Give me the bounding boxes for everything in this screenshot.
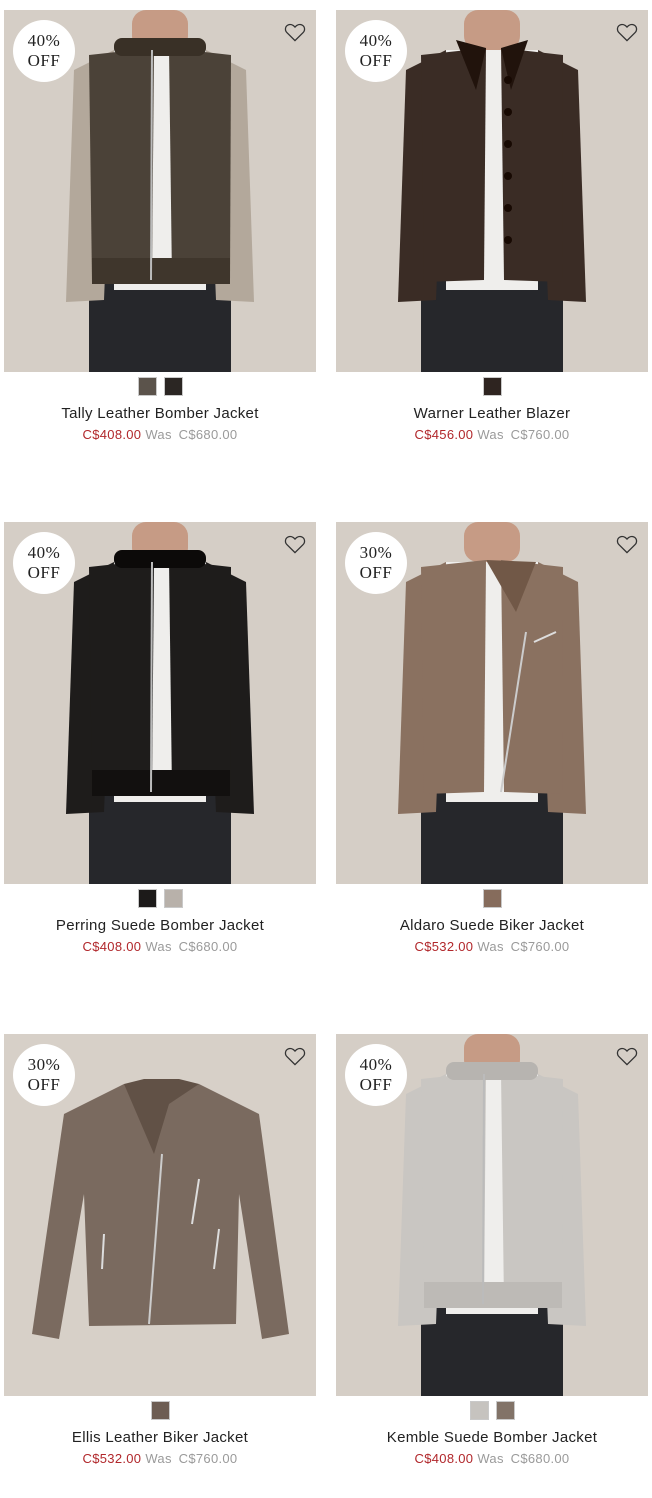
- was-price-label: Was: [477, 1451, 504, 1466]
- discount-off-label: OFF: [359, 563, 393, 582]
- product-image[interactable]: 40% OFF: [4, 10, 316, 372]
- product-card[interactable]: 40% OFF Kemble Suede Bomber Jacket C$408…: [336, 1034, 648, 1466]
- heart-icon[interactable]: [284, 22, 306, 42]
- product-price: C$408.00 Was C$680.00: [336, 1451, 648, 1466]
- sale-price: C$408.00: [82, 427, 142, 442]
- color-swatches: [4, 1401, 316, 1421]
- discount-off-label: OFF: [27, 51, 61, 70]
- product-price: C$408.00 Was C$680.00: [4, 427, 316, 442]
- heart-icon[interactable]: [284, 534, 306, 554]
- heart-icon[interactable]: [284, 1046, 306, 1066]
- heart-icon[interactable]: [616, 1046, 638, 1066]
- color-swatch[interactable]: [163, 889, 183, 908]
- color-swatches: [4, 889, 316, 909]
- was-price: C$760.00: [510, 939, 570, 954]
- discount-off-label: OFF: [27, 563, 61, 582]
- product-price: C$456.00 Was C$760.00: [336, 427, 648, 442]
- discount-percent: 30%: [27, 1055, 61, 1074]
- product-name[interactable]: Kemble Suede Bomber Jacket: [336, 1429, 648, 1446]
- product-name[interactable]: Perring Suede Bomber Jacket: [4, 917, 316, 934]
- color-swatch[interactable]: [469, 1401, 489, 1420]
- color-swatch[interactable]: [137, 889, 157, 908]
- product-price: C$532.00 Was C$760.00: [4, 1451, 316, 1466]
- discount-percent: 30%: [359, 543, 393, 562]
- was-price: C$680.00: [178, 939, 238, 954]
- product-card[interactable]: 40% OFF Perring Suede Bomber Jacket C$40…: [4, 522, 316, 954]
- discount-badge: 40% OFF: [345, 1044, 407, 1106]
- sale-price: C$456.00: [414, 427, 474, 442]
- color-swatch[interactable]: [150, 1401, 170, 1420]
- color-swatch[interactable]: [137, 377, 157, 396]
- product-image[interactable]: 30% OFF: [4, 1034, 316, 1396]
- color-swatch[interactable]: [163, 377, 183, 396]
- discount-percent: 40%: [27, 31, 61, 50]
- product-name[interactable]: Tally Leather Bomber Jacket: [4, 405, 316, 422]
- product-card[interactable]: 40% OFF Warner Leather Blazer C$456.00 Wa…: [336, 10, 648, 442]
- discount-percent: 40%: [359, 31, 393, 50]
- product-name[interactable]: Ellis Leather Biker Jacket: [4, 1429, 316, 1446]
- color-swatches: [4, 377, 316, 397]
- discount-badge: 30% OFF: [13, 1044, 75, 1106]
- heart-icon[interactable]: [616, 534, 638, 554]
- product-image[interactable]: 40% OFF: [4, 522, 316, 884]
- product-card[interactable]: 40% OFF Tally Leather Bomber Jacket C$40…: [4, 10, 316, 442]
- sale-price: C$532.00: [414, 939, 474, 954]
- discount-off-label: OFF: [27, 1075, 61, 1094]
- product-name[interactable]: Warner Leather Blazer: [336, 405, 648, 422]
- was-price-label: Was: [477, 427, 504, 442]
- color-swatches: [336, 1401, 648, 1421]
- product-image[interactable]: 40% OFF: [336, 1034, 648, 1396]
- color-swatches: [336, 889, 648, 909]
- was-price-label: Was: [145, 939, 172, 954]
- was-price-label: Was: [145, 1451, 172, 1466]
- discount-percent: 40%: [359, 1055, 393, 1074]
- color-swatches: [336, 377, 648, 397]
- product-name[interactable]: Aldaro Suede Biker Jacket: [336, 917, 648, 934]
- sale-price: C$408.00: [414, 1451, 474, 1466]
- was-price-label: Was: [145, 427, 172, 442]
- product-image[interactable]: 40% OFF: [336, 10, 648, 372]
- heart-icon[interactable]: [616, 22, 638, 42]
- product-price: C$408.00 Was C$680.00: [4, 939, 316, 954]
- discount-badge: 30% OFF: [345, 532, 407, 594]
- sale-price: C$532.00: [82, 1451, 142, 1466]
- was-price: C$760.00: [510, 427, 570, 442]
- color-swatch[interactable]: [495, 1401, 515, 1420]
- color-swatch[interactable]: [482, 377, 502, 396]
- product-card[interactable]: 30% OFF Ellis Leather Biker Jacket C$532…: [4, 1034, 316, 1466]
- product-image[interactable]: 30% OFF: [336, 522, 648, 884]
- product-price: C$532.00 Was C$760.00: [336, 939, 648, 954]
- was-price: C$680.00: [178, 427, 238, 442]
- product-card[interactable]: 30% OFF Aldaro Suede Biker Jacket C$532.…: [336, 522, 648, 954]
- was-price-label: Was: [477, 939, 504, 954]
- discount-badge: 40% OFF: [345, 20, 407, 82]
- was-price: C$680.00: [510, 1451, 570, 1466]
- discount-percent: 40%: [27, 543, 61, 562]
- discount-off-label: OFF: [359, 1075, 393, 1094]
- was-price: C$760.00: [178, 1451, 238, 1466]
- color-swatch[interactable]: [482, 889, 502, 908]
- discount-off-label: OFF: [359, 51, 393, 70]
- discount-badge: 40% OFF: [13, 20, 75, 82]
- discount-badge: 40% OFF: [13, 532, 75, 594]
- sale-price: C$408.00: [82, 939, 142, 954]
